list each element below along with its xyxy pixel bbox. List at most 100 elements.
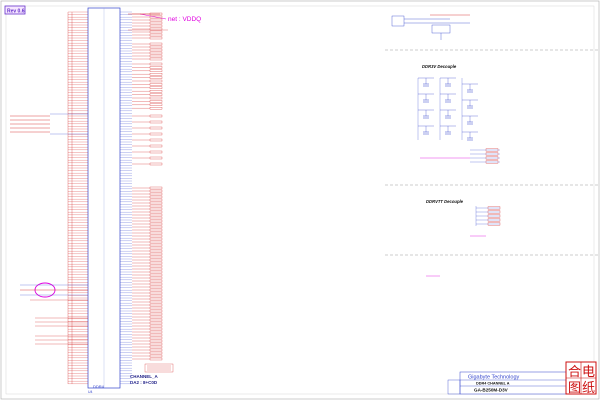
net-tag bbox=[149, 57, 163, 61]
net-tag bbox=[149, 162, 163, 166]
net-tag bbox=[149, 33, 163, 37]
schematic-sheet: Rev 0.6 net : VDDQ DDR4 U4 CHANNEL_A DA2… bbox=[0, 0, 600, 400]
net-tag bbox=[149, 312, 163, 316]
left-pin-wires bbox=[67, 11, 88, 384]
net-tag bbox=[149, 231, 163, 235]
net-tag bbox=[149, 354, 163, 358]
net-tag bbox=[149, 156, 163, 160]
net-tag bbox=[149, 48, 163, 52]
net-tag bbox=[149, 83, 163, 86]
ddrvtt-capacitor-bank bbox=[475, 206, 501, 226]
revision-label: Rev 0.6 bbox=[7, 8, 25, 14]
net-tag bbox=[149, 62, 163, 66]
net-tag bbox=[149, 243, 163, 247]
net-tag bbox=[149, 96, 163, 100]
net-tag bbox=[149, 30, 163, 34]
net-tag bbox=[149, 150, 163, 154]
net-tag bbox=[149, 318, 163, 322]
net-tag bbox=[149, 279, 163, 283]
memory-chip-ref: U4 bbox=[88, 390, 93, 394]
net-tag bbox=[149, 207, 163, 211]
net-tag bbox=[149, 270, 163, 274]
net-tag bbox=[149, 219, 163, 223]
net-tag bbox=[149, 261, 163, 265]
stamp-char: 图 bbox=[568, 380, 581, 395]
net-tag bbox=[149, 42, 163, 46]
net-tag bbox=[149, 54, 163, 58]
model-number: GA-B250M-D3V bbox=[474, 388, 509, 393]
approval-stamp: 合 电 图 纸 bbox=[565, 361, 597, 395]
net-tag bbox=[149, 100, 163, 103]
net-tag bbox=[149, 306, 163, 310]
net-tag bbox=[149, 297, 163, 301]
regulator-block bbox=[391, 14, 470, 40]
net-tag bbox=[149, 303, 163, 307]
net-tag bbox=[149, 120, 163, 124]
channel-label: CHANNEL_A bbox=[130, 374, 159, 379]
ddr3v-capacitor-bank bbox=[417, 77, 500, 164]
net-tag bbox=[149, 36, 163, 40]
bank-label: DA2 : 8+C0D bbox=[130, 380, 158, 385]
net-tag bbox=[149, 210, 163, 214]
net-tag bbox=[149, 73, 163, 76]
net-tag bbox=[149, 237, 163, 241]
net-tag bbox=[149, 51, 163, 55]
ddrvtt-decouple-title: DDRVTT Decouple bbox=[426, 199, 464, 204]
net-tag bbox=[149, 246, 163, 250]
net-tag bbox=[149, 192, 163, 196]
right-pin-wires bbox=[120, 11, 168, 384]
stamp-char: 电 bbox=[582, 364, 595, 379]
net-tag bbox=[149, 309, 163, 313]
net-tag bbox=[149, 18, 163, 22]
net-tag bbox=[149, 342, 163, 346]
net-tag bbox=[149, 138, 163, 142]
left-net-labels bbox=[10, 113, 88, 135]
net-tag bbox=[149, 45, 163, 49]
net-tag bbox=[149, 315, 163, 319]
net-tag bbox=[149, 285, 163, 289]
net-tag bbox=[149, 234, 163, 238]
net-tag bbox=[149, 330, 163, 334]
net-tag bbox=[149, 204, 163, 208]
net-tag bbox=[149, 21, 163, 25]
net-tag bbox=[149, 114, 163, 118]
net-tag bbox=[149, 103, 163, 106]
net-tag bbox=[149, 321, 163, 325]
sheet-title: DDR4 CHANNEL A bbox=[476, 382, 510, 386]
net-tag bbox=[149, 267, 163, 271]
memory-chip-value: DDR4 bbox=[93, 384, 105, 389]
net-tag bbox=[149, 324, 163, 328]
net-tag bbox=[149, 195, 163, 199]
net-tag bbox=[149, 264, 163, 268]
net-tag bbox=[149, 225, 163, 229]
net-tag bbox=[149, 327, 163, 331]
net-tag bbox=[149, 189, 163, 193]
net-tag bbox=[149, 276, 163, 280]
company-name: Gigabyte Technology bbox=[468, 375, 520, 381]
net-tag bbox=[149, 93, 163, 96]
net-tag bbox=[149, 27, 163, 31]
net-tag bbox=[149, 258, 163, 262]
net-tag bbox=[149, 126, 163, 130]
net-tag bbox=[149, 201, 163, 205]
stamp-char: 纸 bbox=[582, 380, 595, 395]
net-tag bbox=[149, 351, 163, 355]
net-tag bbox=[149, 291, 163, 295]
net-tag bbox=[149, 132, 163, 136]
net-tag bbox=[149, 90, 163, 93]
net-tag bbox=[149, 66, 163, 69]
net-tag bbox=[149, 79, 163, 83]
stamp-char: 合 bbox=[568, 364, 581, 379]
ddr3v-decouple-title: DDR3V Decouple bbox=[422, 64, 457, 69]
net-tag bbox=[149, 333, 163, 337]
net-tag bbox=[149, 198, 163, 202]
net-tag bbox=[149, 24, 163, 28]
net-tag bbox=[149, 288, 163, 292]
net-tag bbox=[149, 273, 163, 277]
net-tag bbox=[149, 357, 163, 361]
left-lower-nets bbox=[20, 284, 88, 345]
net-tag bbox=[149, 186, 163, 190]
net-tag bbox=[149, 144, 163, 148]
net-tag bbox=[149, 76, 163, 79]
net-tag bbox=[149, 282, 163, 286]
